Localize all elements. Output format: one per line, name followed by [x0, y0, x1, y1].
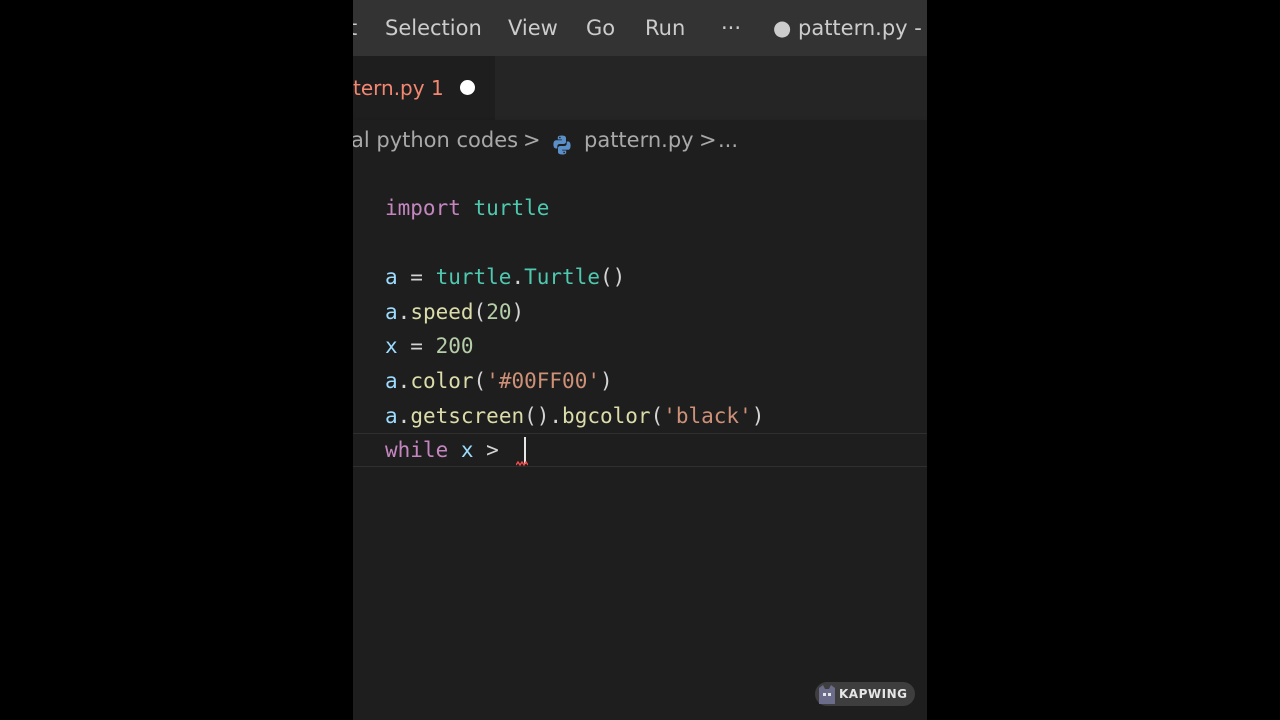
breadcrumb-symbols[interactable]: ... [718, 120, 738, 160]
code-token: getscreen [410, 403, 525, 428]
code-line[interactable]: a.speed(20) [385, 295, 524, 329]
watermark-text: KAPWING [839, 687, 908, 701]
menu-item-run[interactable]: Run [645, 0, 685, 56]
code-token: a [385, 403, 398, 428]
code-token: x [385, 334, 398, 359]
menu-item-go[interactable]: Go [586, 0, 615, 56]
code-token: speed [410, 299, 474, 324]
code-token: . [511, 265, 525, 290]
code-line[interactable]: a.getscreen().bgcolor('black') [385, 399, 764, 433]
code-line[interactable]: a = turtle.Turtle() [385, 260, 625, 294]
code-line[interactable]: x = 200 [385, 329, 474, 363]
code-token: bgcolor [562, 403, 651, 428]
code-token: ) [751, 403, 765, 428]
code-token: = [397, 334, 436, 359]
code-token: 20 [486, 299, 512, 324]
menu-item-view[interactable]: View [508, 0, 558, 56]
code-line[interactable]: a.color('#00FF00') [385, 364, 613, 398]
code-token: x [460, 438, 474, 463]
menu-bar: t Selection View Go Run ··· ● pattern.py… [353, 0, 927, 56]
menu-item-selection[interactable]: Selection [385, 0, 482, 56]
window-title: ● pattern.py - P [773, 16, 927, 40]
code-line[interactable]: import turtle [385, 191, 549, 225]
code-token: ) [511, 299, 525, 324]
code-token: ) [599, 369, 613, 393]
code-token: turtle [473, 196, 550, 220]
kapwing-watermark: KAPWING [815, 682, 915, 706]
code-token: a [385, 299, 398, 324]
code-token: ( [473, 299, 487, 324]
code-token: . [397, 369, 411, 393]
code-token: while [385, 438, 449, 463]
code-token: (). [524, 403, 563, 428]
vscode-window: t Selection View Go Run ··· ● pattern.py… [353, 0, 927, 720]
code-token: a [385, 265, 398, 290]
code-line[interactable]: while x > [385, 433, 511, 467]
code-token: . [397, 299, 411, 324]
code-token: ( [650, 403, 664, 428]
code-token: color [410, 369, 474, 393]
breadcrumb: al python codes > pattern.py > ... [353, 120, 927, 160]
tab-bar: tern.py 1 [353, 56, 927, 120]
error-squiggle-icon [516, 461, 528, 467]
code-token: import [385, 196, 461, 220]
code-token: ( [473, 369, 487, 393]
breadcrumb-folder[interactable]: al python codes [353, 120, 518, 160]
code-token: '#00FF00' [486, 369, 600, 393]
tab-label: tern.py 1 [353, 76, 444, 100]
chevron-right-icon: > [699, 128, 717, 152]
code-token: . [397, 403, 411, 428]
code-token: > [473, 438, 512, 463]
code-token: turtle [435, 265, 512, 290]
code-token: a [385, 369, 398, 393]
tab-pattern-py[interactable]: tern.py 1 [353, 56, 495, 120]
code-editor[interactable]: import turtle a = turtle.Turtle() a.speed(… [353, 160, 927, 720]
breadcrumb-file[interactable]: pattern.py [584, 120, 694, 160]
code-token: 'black' [663, 403, 752, 428]
python-icon [551, 129, 573, 155]
code-token: 200 [435, 334, 474, 359]
menu-overflow-button[interactable]: ··· [721, 0, 741, 56]
kapwing-cat-icon [819, 685, 835, 704]
code-token: Turtle [524, 265, 600, 290]
menu-item-partial[interactable]: t [353, 0, 357, 56]
unsaved-dot-icon[interactable] [460, 80, 475, 95]
text-cursor [524, 437, 526, 464]
code-token: = [397, 265, 436, 290]
code-token: () [599, 265, 626, 290]
chevron-right-icon: > [523, 128, 541, 152]
